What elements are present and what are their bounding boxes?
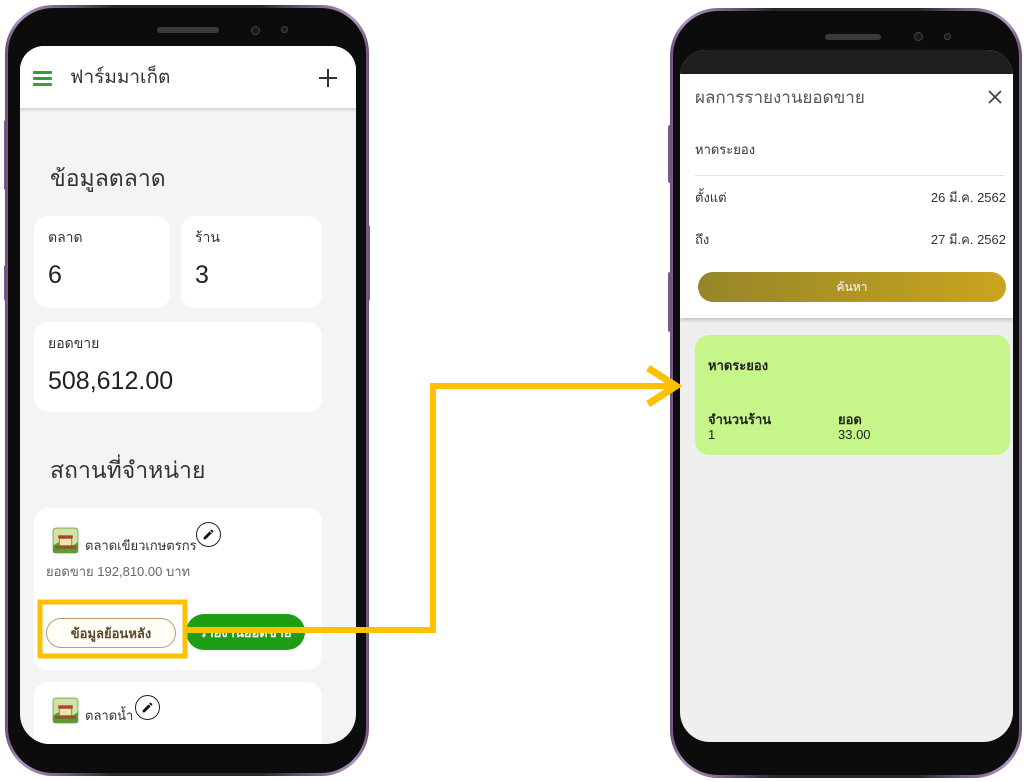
earpiece-speaker	[825, 34, 881, 40]
location-card: ตลาดเขียวเกษตรกร ยอดขาย 192,810.00 บาท ร…	[34, 508, 322, 670]
locations-title: สถานที่จำหน่าย	[50, 457, 206, 483]
result-card: หาดระยอง จำนวนร้าน 1 ยอด 33.00	[695, 335, 1010, 455]
shop-count-value: 1	[708, 427, 716, 442]
market-icon	[52, 527, 79, 554]
stage: ฟาร์มมาเก็ต ข้อมูลตลาด ตลาด 6 ร้าน 3 ยอด…	[0, 0, 1026, 782]
to-date-field[interactable]: 27 มี.ค. 2562	[931, 231, 1006, 249]
search-button[interactable]: ค้นหา	[698, 272, 1006, 302]
market-icon	[52, 697, 79, 724]
pencil-icon[interactable]	[196, 522, 221, 547]
market-info-title: ข้อมูลตลาด	[50, 165, 166, 191]
status-bar	[680, 50, 1013, 74]
total-sales-value: 508,612.00	[48, 367, 174, 395]
sales-report-button[interactable]: รายงานยอดขาย	[186, 614, 305, 650]
right-phone-screen: ผลการรายงานยอดขาย หาดระยอง ตั้งแต่ 26 มี…	[680, 50, 1013, 742]
shop-count-label: ร้าน	[195, 229, 220, 245]
location-name: ตลาดเขียวเกษตรกร	[85, 538, 197, 553]
earpiece-speaker	[157, 27, 219, 33]
plus-icon[interactable]	[318, 68, 338, 88]
total-sales-card: ยอดขาย 508,612.00	[34, 322, 322, 412]
total-sales-label: ยอดขาย	[48, 335, 100, 351]
market-count-value: 6	[48, 261, 62, 289]
history-data-button[interactable]: ข้อมูลย้อนหลัง	[46, 618, 176, 648]
sales-report-panel: ผลการรายงานยอดขาย หาดระยอง ตั้งแต่ 26 มี…	[680, 74, 1013, 318]
from-date-field[interactable]: 26 มี.ค. 2562	[931, 189, 1006, 207]
total-label: ยอด	[838, 412, 862, 427]
pencil-icon[interactable]	[135, 695, 160, 720]
shop-count-label: จำนวนร้าน	[708, 412, 772, 427]
app-title: ฟาร์มมาเก็ต	[70, 67, 171, 88]
selected-location: หาดระยอง	[695, 142, 756, 157]
sensor	[944, 33, 951, 40]
location-sales: ยอดขาย 192,810.00 บาท	[46, 564, 191, 579]
location-name: ตลาดน้ำ	[85, 708, 134, 723]
result-location-name: หาดระยอง	[708, 358, 769, 373]
front-camera	[914, 32, 923, 41]
divider	[695, 175, 1005, 176]
location-card: ตลาดน้ำ	[34, 682, 322, 744]
close-icon[interactable]	[986, 88, 1004, 106]
app-header: ฟาร์มมาเก็ต	[20, 46, 356, 108]
left-phone-screen: ฟาร์มมาเก็ต ข้อมูลตลาด ตลาด 6 ร้าน 3 ยอด…	[20, 46, 356, 744]
market-count-card: ตลาด 6	[34, 216, 170, 308]
sensor	[281, 26, 288, 33]
shop-count-card: ร้าน 3	[181, 216, 322, 308]
left-phone: ฟาร์มมาเก็ต ข้อมูลตลาด ตลาด 6 ร้าน 3 ยอด…	[5, 5, 369, 776]
shop-count-value: 3	[195, 261, 209, 289]
front-camera	[251, 26, 260, 35]
panel-title: ผลการรายงานยอดขาย	[695, 88, 865, 107]
to-date-label: ถึง	[695, 232, 710, 247]
hamburger-icon[interactable]	[33, 71, 52, 86]
right-phone: ผลการรายงานยอดขาย หาดระยอง ตั้งแต่ 26 มี…	[670, 8, 1022, 778]
from-date-label: ตั้งแต่	[695, 190, 727, 205]
market-count-label: ตลาด	[48, 229, 83, 245]
total-value: 33.00	[838, 427, 871, 442]
